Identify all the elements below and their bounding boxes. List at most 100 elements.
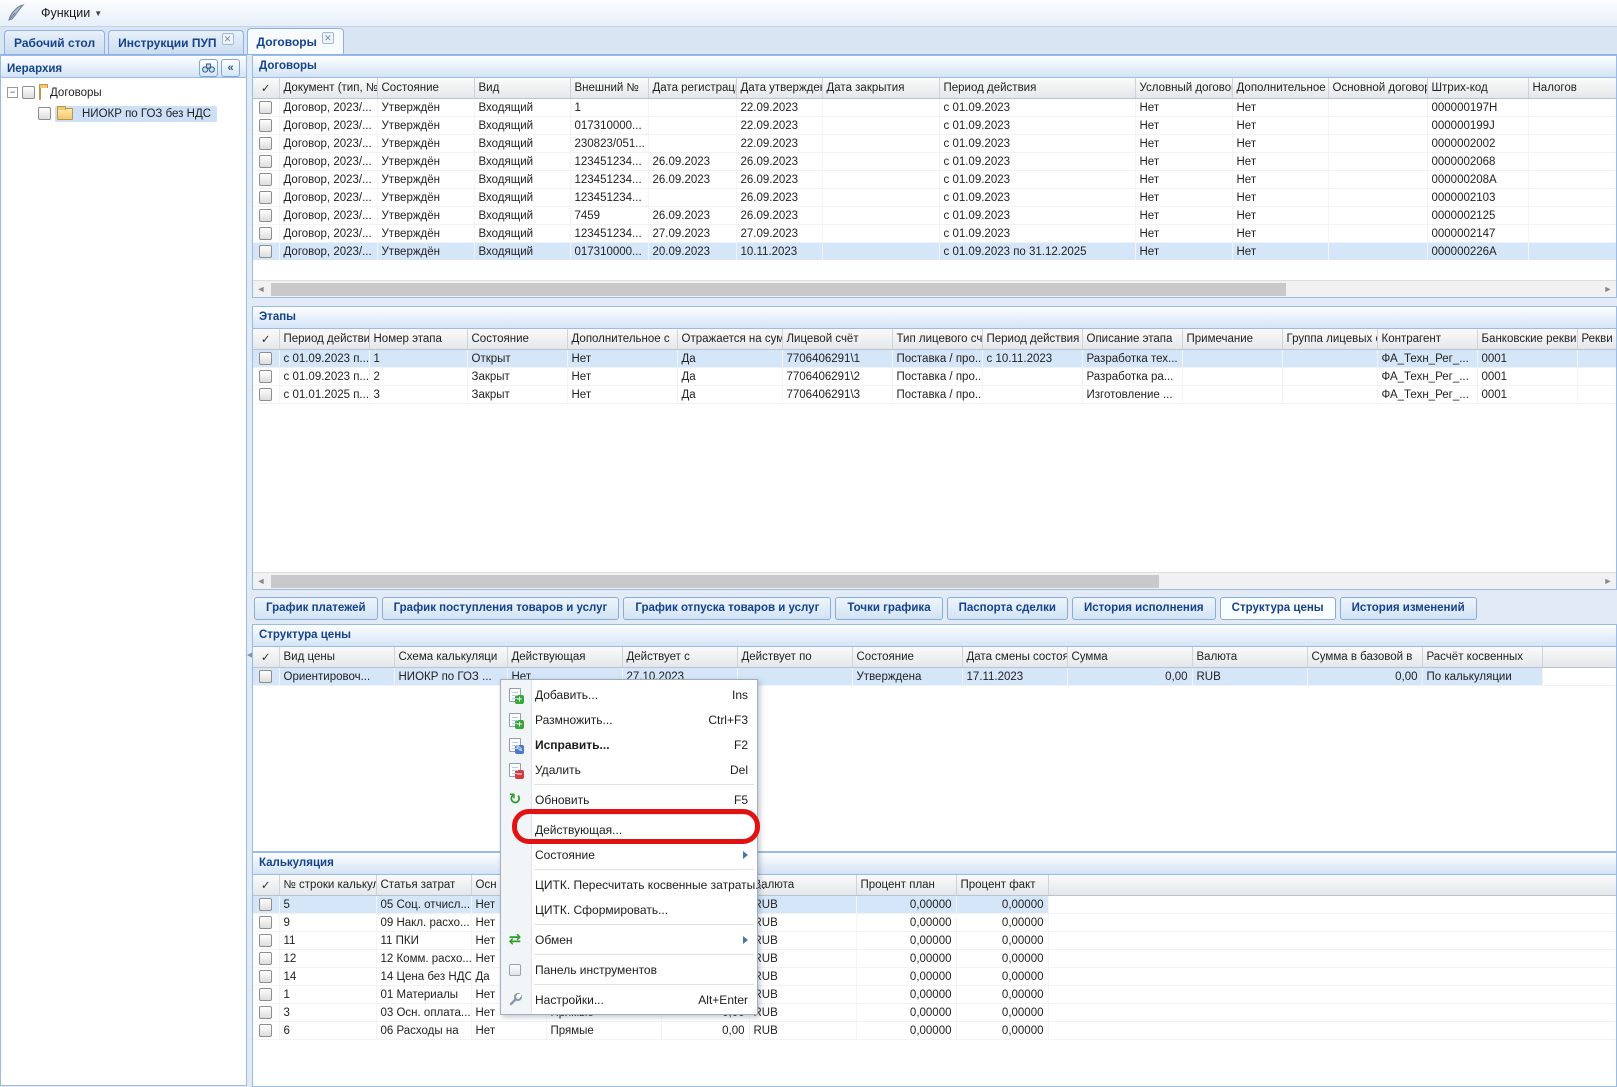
menu-функции[interactable]: Функции▼ <box>32 2 126 24</box>
column-header[interactable]: Контрагент <box>1377 329 1477 350</box>
column-header[interactable]: Налогов <box>1528 78 1616 99</box>
grid-row[interactable]: 606 Расходы наНетПрямые0,00RUB0,000000,0… <box>253 1022 1616 1040</box>
row-checkbox[interactable] <box>259 137 272 150</box>
row-checkbox[interactable] <box>259 916 272 929</box>
tree-node-НИОКР по ГОЗ без НДС[interactable]: НИОКР по ГОЗ без НДС <box>3 103 244 124</box>
grid-row[interactable]: 1111 ПКИНетRUB0,000000,00000 <box>253 932 1616 950</box>
grid-row[interactable]: 1212 Комм. расхо...НетRUB0,000000,00000 <box>253 950 1616 968</box>
column-header[interactable]: Рекви <box>1577 329 1616 350</box>
column-header[interactable]: Штрих-код <box>1427 78 1528 99</box>
detail-tab-График отпуска товаров и услуг[interactable]: График отпуска товаров и услуг <box>623 597 831 620</box>
tab-close-icon[interactable]: ✕ <box>222 33 234 45</box>
grid-row[interactable]: с 01.01.2025 п...3ЗакрытНетДа7706406291\… <box>253 386 1616 404</box>
tree-checkbox[interactable] <box>22 86 35 99</box>
grid-row[interactable]: 1414 Цена без НДСДаRUB0,000000,00000 <box>253 968 1616 986</box>
main-tab-Инструкции ПУП[interactable]: Инструкции ПУП✕ <box>108 30 243 54</box>
column-header[interactable]: Вид <box>474 78 570 99</box>
column-header[interactable]: Валюта <box>1192 647 1307 668</box>
grid-row[interactable]: Договор, 2023/...УтверждёнВходящий017310… <box>253 243 1616 261</box>
column-header[interactable]: Состояние <box>377 78 474 99</box>
context-menu-item-действующая-[interactable]: Действующая... <box>501 817 757 842</box>
column-header[interactable]: Действует с <box>622 647 737 668</box>
row-checkbox[interactable] <box>259 191 272 204</box>
context-menu-item-цитк-сформировать-[interactable]: ЦИТК. Сформировать... <box>501 897 757 922</box>
detail-tab-История изменений[interactable]: История изменений <box>1340 597 1477 620</box>
row-checkbox[interactable] <box>259 1006 272 1019</box>
row-checkbox[interactable] <box>259 173 272 186</box>
grid-row[interactable]: Договор, 2023/...УтверждёнВходящий123451… <box>253 171 1616 189</box>
scroll-right-icon[interactable]: ► <box>1600 574 1616 589</box>
grid-row[interactable]: Договор, 2023/...УтверждёнВходящий017310… <box>253 117 1616 135</box>
row-checkbox[interactable] <box>259 970 272 983</box>
context-menu-item-удалить[interactable]: −УдалитьDel <box>501 757 757 782</box>
column-header[interactable]: Дополнительное с <box>567 329 677 350</box>
grid-row[interactable]: 909 Накл. расхо...НетRUB0,000000,00000 <box>253 914 1616 932</box>
column-header[interactable]: Период действия <box>939 78 1135 99</box>
column-header[interactable]: Условный договор <box>1135 78 1232 99</box>
scroll-left-icon[interactable]: ◄ <box>253 282 269 297</box>
row-checkbox[interactable] <box>259 934 272 947</box>
grid-row[interactable]: Договор, 2023/...УтверждёнВходящий123451… <box>253 189 1616 207</box>
context-menu-item-цитк-пересчитать-косвенные-затраты-[interactable]: ЦИТК. Пересчитать косвенные затраты... <box>501 872 757 897</box>
row-checkbox[interactable] <box>259 952 272 965</box>
context-menu-item-панель-инструментов[interactable]: Панель инструментов <box>501 957 757 982</box>
column-header[interactable]: Статья затрат <box>376 875 471 896</box>
column-header[interactable]: Период действия л <box>982 329 1082 350</box>
context-menu-item-размножить-[interactable]: +Размножить...Ctrl+F3 <box>501 707 757 732</box>
column-header[interactable]: Банковские рекви <box>1477 329 1577 350</box>
context-menu-item-исправить-[interactable]: ✎Исправить...F2 <box>501 732 757 757</box>
column-header[interactable]: Схема калькуляци <box>394 647 507 668</box>
column-header[interactable]: Основной договор <box>1328 78 1427 99</box>
tree-node-Договоры[interactable]: −Договоры <box>3 82 244 103</box>
column-header[interactable]: Описание этапа <box>1082 329 1182 350</box>
row-checkbox[interactable] <box>259 370 272 383</box>
grid-row[interactable]: Договор, 2023/...УтверждёнВходящий122.09… <box>253 99 1616 117</box>
grid-row[interactable]: Ориентировоч...НИОКР по ГОЗ ...Нет27.10.… <box>253 668 1616 686</box>
context-menu-item-добавить-[interactable]: +Добавить...Ins <box>501 682 757 707</box>
row-checkbox[interactable] <box>259 388 272 401</box>
column-header[interactable]: Группа лицевых сч <box>1282 329 1377 350</box>
column-header[interactable]: Сумма <box>1067 647 1192 668</box>
column-header[interactable]: Сумма в базовой в <box>1307 647 1422 668</box>
search-binoculars-button[interactable] <box>199 59 218 77</box>
detail-tab-График платежей[interactable]: График платежей <box>254 597 378 620</box>
grid-row[interactable]: Договор, 2023/...УтверждёнВходящий123451… <box>253 225 1616 243</box>
column-header[interactable]: Период действия.. <box>279 329 369 350</box>
column-header[interactable]: Номер этапа <box>369 329 467 350</box>
detail-tab-История исполнения[interactable]: История исполнения <box>1072 597 1216 620</box>
column-header[interactable]: Лицевой счёт <box>782 329 892 350</box>
column-header[interactable]: Внешний № <box>570 78 648 99</box>
column-header[interactable]: Тип лицевого счёт <box>892 329 982 350</box>
checkmark-column-header[interactable]: ✓ <box>253 329 279 350</box>
column-header[interactable]: Расчёт косвенных <box>1422 647 1542 668</box>
main-tab-Договоры[interactable]: Договоры✕ <box>247 28 344 54</box>
column-header[interactable]: Состояние <box>467 329 567 350</box>
tab-close-icon[interactable]: ✕ <box>322 32 334 44</box>
row-checkbox[interactable] <box>259 988 272 1001</box>
grid-row[interactable]: Договор, 2023/...УтверждёнВходящий230823… <box>253 135 1616 153</box>
row-checkbox[interactable] <box>259 352 272 365</box>
checkmark-column-header[interactable]: ✓ <box>253 875 279 896</box>
grid-row[interactable]: Договор, 2023/...УтверждёнВходящий123451… <box>253 153 1616 171</box>
column-header[interactable]: Дата утверждения <box>736 78 822 99</box>
column-header[interactable]: Состояние <box>852 647 962 668</box>
stages-hscrollbar[interactable]: ◄ ► <box>253 572 1616 589</box>
scroll-thumb[interactable] <box>271 283 1286 296</box>
context-menu-item-обмен[interactable]: ⇄Обмен <box>501 927 757 952</box>
context-menu-item-настройки-[interactable]: Настройки...Alt+Enter <box>501 987 757 1012</box>
column-header[interactable]: Дата регистрации. <box>648 78 736 99</box>
context-menu-item-состояние[interactable]: Состояние <box>501 842 757 867</box>
row-checkbox[interactable] <box>259 227 272 240</box>
detail-tab-Точки графика[interactable]: Точки графика <box>835 597 942 620</box>
column-header[interactable]: Документ (тип, № <box>279 78 377 99</box>
row-checkbox[interactable] <box>259 155 272 168</box>
column-header[interactable]: Процент факт <box>956 875 1048 896</box>
row-checkbox[interactable] <box>259 209 272 222</box>
scroll-right-icon[interactable]: ► <box>1600 282 1616 297</box>
row-checkbox[interactable] <box>259 245 272 258</box>
column-header[interactable]: Дата смены состоя <box>962 647 1067 668</box>
row-checkbox[interactable] <box>259 119 272 132</box>
grid-row[interactable]: 505 Соц. отчисл...НетRUB0,000000,00000 <box>253 896 1616 914</box>
grid-row[interactable]: Договор, 2023/...УтверждёнВходящий745926… <box>253 207 1616 225</box>
column-header[interactable]: Действует по <box>737 647 852 668</box>
